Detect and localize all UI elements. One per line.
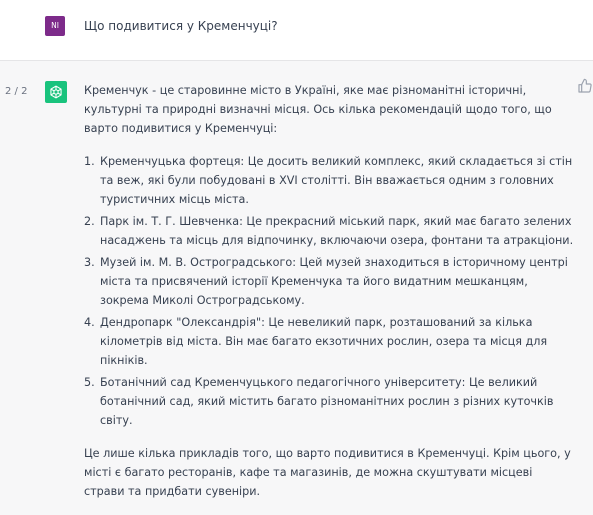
list-item-number: 3. [84,256,95,269]
list-item: 5. Ботанічний сад Кременчуцького педагог… [84,373,574,430]
list-item: 2. Парк ім. Т. Г. Шевченка: Це прекрасни… [84,212,574,250]
answer-intro: Кременчук - це старовинне місто в Україн… [84,84,552,135]
list-item-number: 1. [84,155,95,168]
user-message-text: Що подивитися у Кременчуці? [84,19,278,33]
list-item-number: 5. [84,376,95,389]
list-item-number: 4. [84,316,95,329]
assistant-answer: Кременчук - це старовинне місто в Україн… [84,81,574,501]
user-message-row: NI Що подивитися у Кременчуці? [0,0,593,61]
list-item: 3. Музей ім. М. В. Остроградського: Цей … [84,253,574,310]
list-item-text: Кременчуцька фортеця: Це досить великий … [100,155,573,206]
list-item-text: Парк ім. Т. Г. Шевченка: Це прекрасний м… [100,215,574,247]
list-item-text: Ботанічний сад Кременчуцького педагогічн… [100,376,554,427]
thumbs-up-icon[interactable] [577,78,593,98]
list-item: 1. Кременчуцька фортеця: Це досить велик… [84,152,574,209]
recommendation-list: 1. Кременчуцька фортеця: Це досить велик… [84,152,574,430]
openai-logo-icon [45,81,67,103]
list-item-text: Дендропарк "Олександрія": Це невеликий п… [100,316,548,367]
feedback-actions [577,78,593,98]
list-item-text: Музей ім. М. В. Остроградського: Цей муз… [100,256,568,307]
answer-outro: Це лише кілька прикладів того, що варто … [84,447,571,498]
user-avatar: NI [45,16,65,36]
list-item: 4. Дендропарк "Олександрія": Це невелики… [84,313,574,370]
list-item-number: 2. [84,215,95,228]
assistant-message-row: 2 / 2 Кременчук - це старовинне місто в … [0,61,593,515]
response-pager[interactable]: 2 / 2 [5,85,27,99]
